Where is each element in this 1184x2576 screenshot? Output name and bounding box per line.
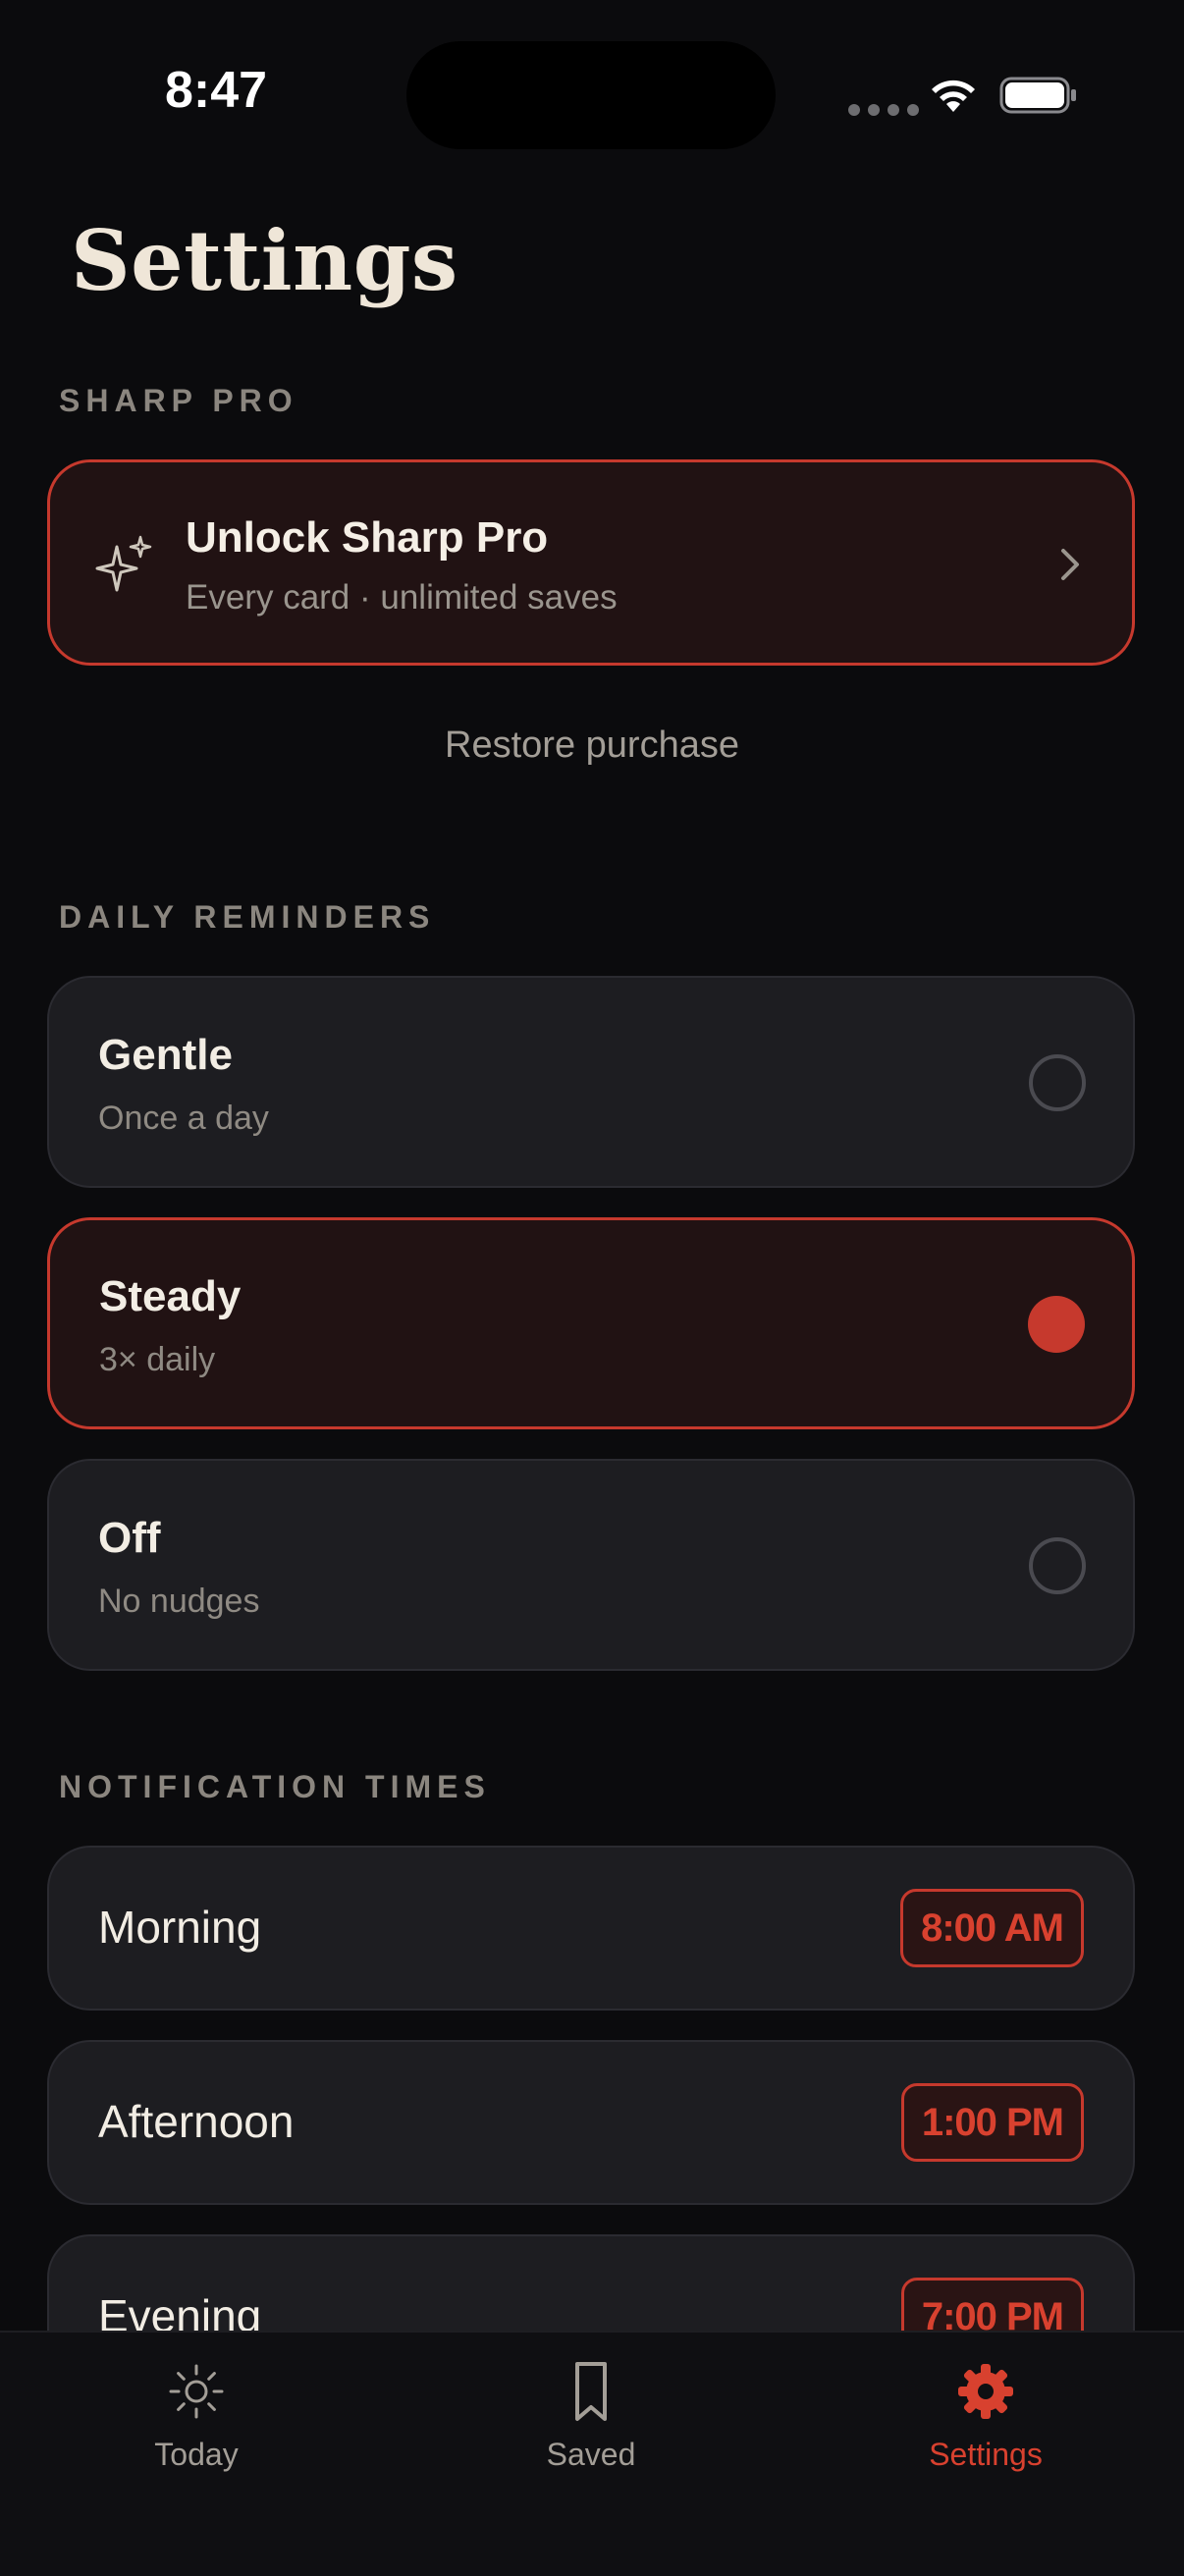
section-label-notification-times: NOTIFICATION TIMES [59,1769,491,1804]
notification-time-label: Afternoon [98,2096,295,2147]
battery-icon [999,77,1076,114]
tab-saved[interactable]: Saved [463,2360,719,2473]
sun-icon [169,2364,224,2419]
tab-label: Today [154,2437,239,2472]
sparkles-icon [95,535,152,592]
notification-time-morning[interactable]: Morning 8:00 AM [47,1846,1135,2011]
time-picker-button[interactable]: 8:00 AM [900,1889,1084,1967]
time-picker-button[interactable]: 1:00 PM [900,2083,1084,2162]
tab-settings[interactable]: Settings [858,2360,1113,2473]
section-label-daily-reminders: DAILY REMINDERS [59,899,436,935]
pro-card-subtitle: Every card · unlimited saves [186,578,618,617]
status-time: 8:47 [165,62,268,119]
reminder-option-subtitle: 3× daily [99,1341,216,1378]
reminder-option-subtitle: Once a day [98,1100,269,1137]
page-title: Settings [71,212,458,309]
radio-button-selected[interactable] [1028,1296,1085,1353]
reminder-option-title: Gentle [98,1031,233,1079]
unlock-pro-card[interactable]: Unlock Sharp Pro Every card · unlimited … [47,459,1135,666]
notification-time-label: Morning [98,1902,262,1953]
restore-purchase-link[interactable]: Restore purchase [0,724,1184,767]
chevron-right-icon [1061,549,1079,580]
tab-today[interactable]: Today [69,2360,324,2473]
notification-time-afternoon[interactable]: Afternoon 1:00 PM [47,2040,1135,2205]
radio-button[interactable] [1029,1054,1086,1111]
reminder-option-off[interactable]: Off No nudges [47,1459,1135,1671]
reminder-option-steady[interactable]: Steady 3× daily [47,1217,1135,1429]
tab-bar: Today Saved Settings [0,2331,1184,2576]
tab-label: Settings [929,2437,1043,2472]
reminder-option-title: Off [98,1514,161,1562]
dynamic-island [406,41,776,149]
reminder-option-subtitle: No nudges [98,1583,260,1620]
pro-card-title: Unlock Sharp Pro [186,513,549,562]
bookmark-icon [575,2362,607,2421]
wifi-icon [932,80,975,112]
reminder-option-gentle[interactable]: Gentle Once a day [47,976,1135,1188]
radio-button[interactable] [1029,1537,1086,1594]
tab-label: Saved [546,2437,636,2472]
gear-icon [958,2364,1013,2419]
section-label-sharp-pro: SHARP PRO [59,383,298,418]
reminder-option-title: Steady [99,1272,242,1320]
cellular-signal-icon [848,104,919,116]
